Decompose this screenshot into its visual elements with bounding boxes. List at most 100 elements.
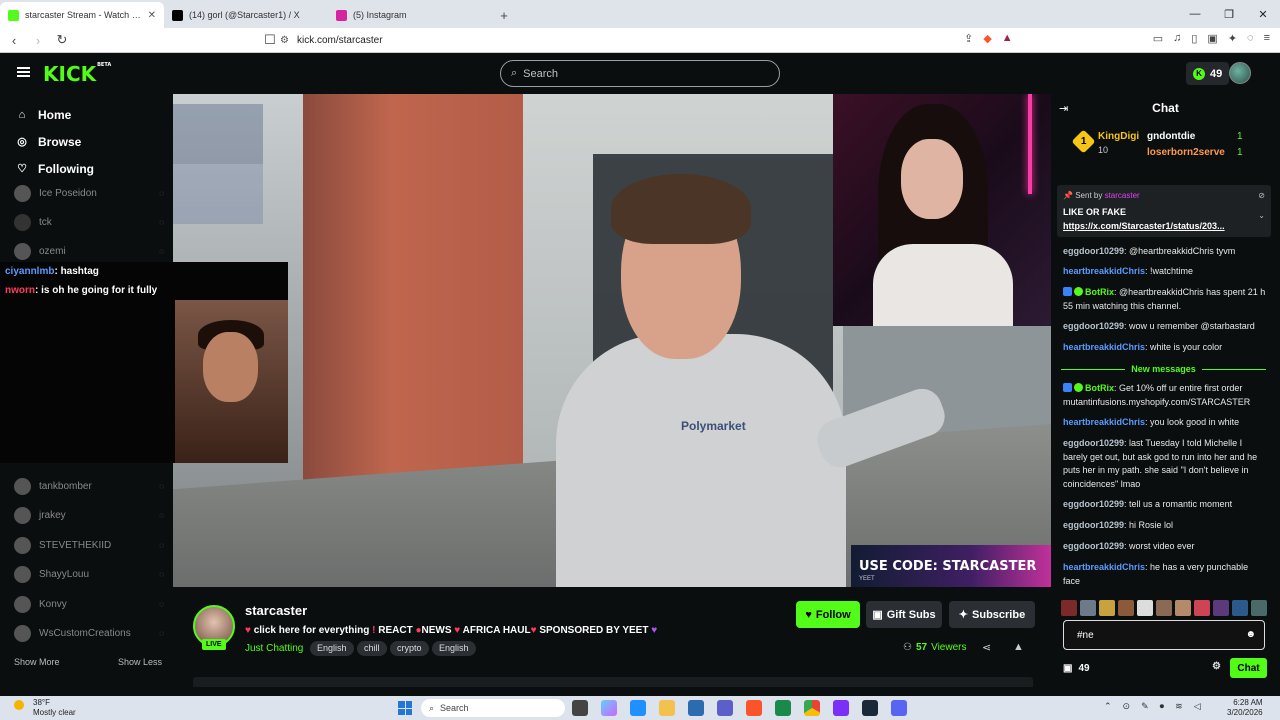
restore-icon[interactable]: ❐ <box>1212 0 1246 28</box>
chat-message[interactable]: eggdoor10299: last Tuesday I told Michel… <box>1063 437 1267 491</box>
list-item[interactable]: jrakey ◌ <box>14 505 164 525</box>
brave-shield-icon[interactable]: ◆ <box>983 32 991 45</box>
task-view-icon[interactable] <box>572 700 588 716</box>
bookmark-icon[interactable]: ☐ <box>260 32 280 48</box>
chevron-up-icon[interactable]: ⌃ <box>1104 701 1112 712</box>
list-item[interactable]: ShayyLouu ◌ <box>14 564 164 584</box>
start-button[interactable] <box>398 701 412 715</box>
streamer-name[interactable]: starcaster <box>245 603 307 618</box>
emote-icon[interactable] <box>1061 600 1077 616</box>
app-icon[interactable] <box>833 700 849 716</box>
gear-icon[interactable]: ⚙ <box>1212 661 1221 672</box>
wifi-icon[interactable]: ≋ <box>1175 701 1183 712</box>
pinned-link[interactable]: https://x.com/Starcaster1/status/203... <box>1063 221 1225 231</box>
close-window-icon[interactable]: ✕ <box>1246 0 1280 28</box>
chat-message[interactable]: heartbreakkidChris: he has a very puncha… <box>1063 561 1267 588</box>
menu-icon[interactable] <box>17 67 30 77</box>
extension-icon[interactable]: ✦ <box>1228 32 1237 45</box>
chat-message[interactable]: eggdoor10299: @heartbreakkidChris tyvm <box>1063 245 1267 259</box>
user-avatar[interactable] <box>1229 62 1251 84</box>
sidebar-item-home[interactable]: ⌂ Home <box>0 101 173 128</box>
file-explorer-icon[interactable] <box>659 700 675 716</box>
reload-icon[interactable]: ↻ <box>52 32 72 48</box>
pinned-message[interactable]: 📌 Sent by starcaster ⊘ ⌄ LIKE OR FAKE ht… <box>1057 185 1271 237</box>
mail-icon[interactable] <box>688 700 704 716</box>
tag-crypto[interactable]: crypto <box>390 641 429 656</box>
chrome-icon[interactable] <box>804 700 820 716</box>
browser-tab-x[interactable]: (14) gorl (@Starcaster1) / X <box>164 2 328 28</box>
emote-icon[interactable] <box>1137 600 1153 616</box>
menu-icon[interactable]: ≡ <box>1264 32 1270 45</box>
show-less-button[interactable]: Show Less <box>118 657 162 667</box>
volume-icon[interactable]: ◁ <box>1194 701 1201 712</box>
app-tray-icon[interactable]: ⊙ <box>1123 701 1131 712</box>
chat-message[interactable]: heartbreakkidChris: white is your color <box>1063 341 1267 355</box>
minimize-icon[interactable]: — <box>1178 0 1212 28</box>
teams-icon[interactable] <box>717 700 733 716</box>
browser-tab-instagram[interactable]: (5) Instagram <box>328 2 492 28</box>
search-input[interactable]: ⌕ Search <box>500 60 780 87</box>
chat-message[interactable]: eggdoor10299: tell us a romantic moment <box>1063 498 1267 512</box>
emote-icon[interactable] <box>1080 600 1096 616</box>
microphone-icon[interactable]: ⏺ <box>1160 701 1165 712</box>
chat-message[interactable]: heartbreakkidChris: !watchtime <box>1063 265 1267 279</box>
list-item[interactable]: WsCustomCreations ◌ <box>14 623 164 643</box>
browser-tab-kick[interactable]: starcaster Stream - Watch Live ✕ <box>0 2 164 28</box>
new-tab-button[interactable]: + <box>492 2 516 28</box>
gift-subs-button[interactable]: ▣ Gift Subs <box>866 601 942 628</box>
back-icon[interactable]: ‹ <box>4 33 24 48</box>
subscribe-button[interactable]: ✦ Subscribe <box>949 601 1035 628</box>
sidebar-toggle-icon[interactable]: ▭ <box>1153 32 1163 45</box>
emote-icon[interactable] <box>1156 600 1172 616</box>
follow-button[interactable]: ♥ Follow <box>796 601 860 628</box>
show-more-button[interactable]: Show More <box>14 657 60 667</box>
brave-icon[interactable] <box>746 700 762 716</box>
chat-message[interactable]: eggdoor10299: hi Rosie lol <box>1063 519 1267 533</box>
kick-logo[interactable]: KICKBETA <box>43 62 111 86</box>
report-icon[interactable]: ▲ <box>1013 641 1024 653</box>
app-tray-icon[interactable]: ✎ <box>1141 701 1149 712</box>
forward-icon[interactable]: › <box>28 33 48 48</box>
vpn-icon[interactable]: ◌ <box>1247 32 1254 45</box>
list-item[interactable]: Konvy ◌ <box>14 594 164 614</box>
leader-name[interactable]: KingDigi <box>1098 131 1139 142</box>
discord-icon[interactable] <box>891 700 907 716</box>
store-icon[interactable] <box>630 700 646 716</box>
app-icon[interactable] <box>775 700 791 716</box>
chevron-down-icon[interactable]: ⌄ <box>1258 211 1265 220</box>
copilot-icon[interactable] <box>601 700 617 716</box>
send-chat-button[interactable]: Chat <box>1230 658 1267 678</box>
rewards-icon[interactable]: ▲ <box>1002 32 1013 45</box>
steam-icon[interactable] <box>862 700 878 716</box>
tag-english[interactable]: English <box>432 641 476 656</box>
weather-widget[interactable]: 38°F Mostly clear <box>33 698 76 718</box>
points-badge[interactable]: K 49 <box>1186 62 1230 85</box>
video-player[interactable]: Polymarket USE CODE: STARCASTER YEET <box>173 94 1051 587</box>
list-item[interactable]: tankbomber ◌ <box>14 476 164 496</box>
list-item[interactable]: STEVETHEKIID ◌ <box>14 535 164 555</box>
sidebar-item-following[interactable]: ♡ Following <box>0 155 173 182</box>
emote-icon[interactable] <box>1099 600 1115 616</box>
emote-icon[interactable] <box>1118 600 1134 616</box>
chat-message[interactable]: BotRix: @heartbreakkidChris has spent 21… <box>1063 286 1267 313</box>
chat-message[interactable]: eggdoor10299: wow u remember @starbastar… <box>1063 320 1267 334</box>
site-info-icon[interactable]: ⚙ <box>280 35 289 46</box>
emote-icon[interactable] <box>1213 600 1229 616</box>
clock[interactable]: 6:28 AM 3/20/2026 <box>1227 698 1263 718</box>
tag-chill[interactable]: chill <box>357 641 387 656</box>
chat-message[interactable]: BotRix: Get 10% off ur entire first orde… <box>1063 382 1267 409</box>
unpin-icon[interactable]: ⊘ <box>1258 191 1265 200</box>
taskbar-search[interactable]: ⌕ Search <box>421 699 565 717</box>
chat-message[interactable]: heartbreakkidChris: you look good in whi… <box>1063 416 1267 430</box>
url-field[interactable]: ⚙ kick.com/starcaster <box>280 31 920 50</box>
close-tab-icon[interactable]: ✕ <box>148 10 156 21</box>
leader-third[interactable]: loserborn2serve <box>1147 147 1225 158</box>
reader-icon[interactable]: ▯ <box>1191 32 1197 45</box>
emote-icon[interactable] <box>1232 600 1248 616</box>
leader-second[interactable]: gndontdie <box>1147 131 1195 142</box>
emoji-picker-icon[interactable]: ☻ <box>1245 629 1256 640</box>
emote-icon[interactable] <box>1251 600 1267 616</box>
wallet-icon[interactable]: ▣ <box>1207 32 1217 45</box>
sidebar-item-browse[interactable]: ◎ Browse <box>0 128 173 155</box>
share-icon[interactable]: ⋖ <box>982 641 991 654</box>
